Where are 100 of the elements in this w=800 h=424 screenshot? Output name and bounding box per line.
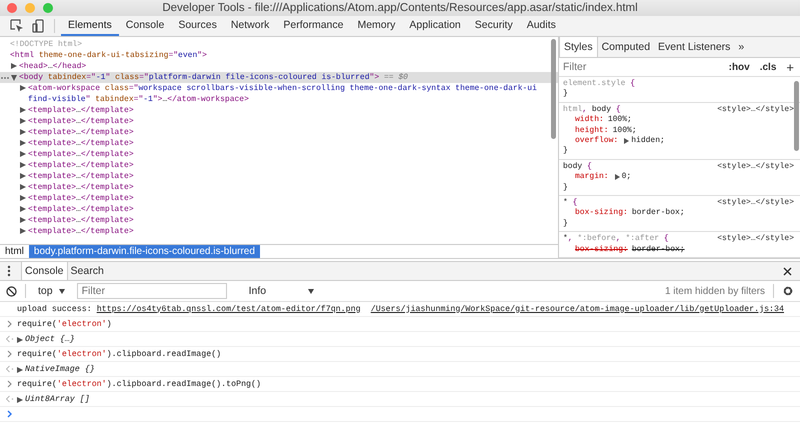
dom-node[interactable]: <template>…</template>: [0, 149, 558, 160]
log-text: upload success:: [17, 304, 92, 314]
styles-filter-field[interactable]: Filter: [563, 61, 721, 73]
window-title: Developer Tools - file:///Applications/Atom.app/Contents/Resources/app.asar/static/index.html: [162, 2, 638, 14]
result-object: Object {…}: [25, 334, 75, 344]
node-markup: <template>…</template>: [28, 204, 135, 215]
node-markup: <template>…</template>: [28, 116, 135, 127]
scrollbar[interactable]: [551, 39, 556, 139]
scrollbar[interactable]: [794, 81, 799, 151]
breadcrumb[interactable]: body.platform-darwin.file-icons-coloured.is-blurred: [28, 245, 260, 258]
dom-node[interactable]: <template>…</template>: [0, 171, 558, 182]
expand-triangle-icon[interactable]: [17, 337, 23, 343]
url-link[interactable]: https://os4ty6tab.qnssl.com/test/atom-editor/f7qn.png: [96, 304, 361, 314]
dom-node[interactable]: <template>…</template>: [0, 105, 558, 116]
menu-icon[interactable]: [7, 265, 11, 277]
panel-tab[interactable]: Performance: [276, 16, 350, 36]
result-arrow-icon: [5, 395, 15, 403]
result-arrow-icon: [5, 365, 15, 373]
close-icon[interactable]: [783, 266, 792, 276]
source-link[interactable]: /Users/jiashunming/WorkSpace/git-resource/atom-image-uploader/lib/getUploader.js:34: [370, 304, 784, 314]
dom-node[interactable]: <body tabindex="-1" class="platform-darwin file-icons-coloured is-blurred"> == $0: [0, 72, 558, 83]
expand-triangle-icon[interactable]: [20, 118, 26, 124]
clear-console-icon[interactable]: [6, 286, 17, 296]
level-dropdown[interactable]: Info: [248, 285, 314, 297]
node-markup: <template>…</template>: [28, 226, 135, 237]
rule-source-link[interactable]: <style>…</style>: [717, 104, 794, 116]
node-markup: <template>…</template>: [28, 215, 135, 226]
rule-brace: }: [563, 146, 569, 157]
expand-triangle-icon[interactable]: [20, 162, 26, 168]
hover-state-button[interactable]: :hov: [726, 62, 752, 72]
rule-selector: body {: [563, 162, 592, 172]
expand-triangle-icon[interactable]: [20, 217, 26, 223]
node-markup: <template>…</template>: [28, 160, 135, 171]
expand-triangle-icon[interactable]: [20, 195, 26, 201]
expand-triangle-icon[interactable]: [20, 129, 26, 135]
expand-triangle-icon[interactable]: [20, 173, 26, 179]
rule-source-link[interactable]: <style>…</style>: [717, 198, 794, 208]
expand-triangle-icon[interactable]: [20, 228, 26, 234]
rule-source-link[interactable]: <style>…</style>: [717, 234, 794, 245]
new-rule-button[interactable]: +: [784, 60, 796, 74]
dom-node[interactable]: <template>…</template>: [0, 193, 558, 204]
panel-tab[interactable]: Application: [402, 16, 468, 36]
dom-node[interactable]: <html theme-one-dark-ui-tabsizing="even">: [0, 50, 558, 61]
drawer-tab[interactable]: Console: [21, 262, 68, 280]
more-icon[interactable]: [1, 76, 9, 80]
class-button[interactable]: .cls: [758, 62, 778, 72]
expand-triangle-icon[interactable]: [624, 138, 630, 144]
drawer-tab[interactable]: Search: [68, 262, 107, 280]
sidebar-tab[interactable]: Computed: [598, 37, 654, 57]
css-property: box-sizing:: [575, 244, 628, 256]
more-tabs-button[interactable]: »: [734, 37, 748, 57]
css-property: height:: [575, 126, 609, 136]
sidebar-tab[interactable]: Styles: [559, 37, 598, 57]
dom-node[interactable]: <template>…</template>: [0, 226, 558, 237]
settings-icon[interactable]: [782, 285, 794, 297]
console-command: require('electron'): [17, 320, 112, 328]
rule-source-link[interactable]: <style>…</style>: [717, 162, 794, 172]
panel-tab[interactable]: Network: [224, 16, 276, 36]
expand-triangle-icon[interactable]: [20, 85, 26, 91]
console-command: require('electron').clipboard.readImage().toPng(): [17, 380, 261, 388]
node-markup: <body tabindex="-1" class="platform-darwin file-icons-coloured is-blurred"> == $0: [19, 72, 409, 83]
dom-node[interactable]: <template>…</template>: [0, 215, 558, 226]
expand-triangle-icon[interactable]: [20, 107, 26, 113]
expand-triangle-icon[interactable]: [20, 206, 26, 212]
sidebar-tab[interactable]: Event Listeners: [654, 37, 734, 57]
dom-node[interactable]: <template>…</template>: [0, 116, 558, 127]
node-markup: <template>…</template>: [28, 182, 135, 193]
dom-node[interactable]: <template>…</template>: [0, 182, 558, 193]
device-icon[interactable]: [32, 19, 44, 33]
panel-tab[interactable]: Console: [118, 16, 172, 36]
expand-triangle-icon[interactable]: [17, 397, 23, 403]
expand-triangle-icon[interactable]: [20, 151, 26, 157]
context-dropdown[interactable]: top: [34, 285, 71, 297]
dom-node[interactable]: <template>…</template>: [0, 160, 558, 171]
panel-tab[interactable]: Security: [468, 16, 520, 36]
css-value: 100%;: [612, 126, 637, 136]
expand-triangle-icon[interactable]: [20, 140, 26, 146]
rule-brace: }: [563, 89, 569, 100]
rule-brace: }: [563, 218, 569, 230]
expand-triangle-icon[interactable]: [17, 367, 23, 373]
expand-triangle-icon[interactable]: [614, 174, 620, 180]
css-value: 0;: [622, 172, 632, 183]
panel-tab[interactable]: Audits: [520, 16, 563, 36]
breadcrumb[interactable]: html: [0, 245, 29, 258]
panel-tab[interactable]: Memory: [350, 16, 402, 36]
node-markup: <template>…</template>: [28, 105, 135, 116]
dom-node[interactable]: <template>…</template>: [0, 127, 558, 138]
panel-tab[interactable]: Elements: [61, 16, 119, 36]
dom-node[interactable]: <template>…</template>: [0, 204, 558, 215]
node-markup: <template>…</template>: [28, 193, 135, 204]
dom-node[interactable]: <template>…</template>: [0, 138, 558, 149]
expand-triangle-icon[interactable]: [20, 184, 26, 190]
css-value: hidden;: [631, 136, 665, 146]
collapse-triangle-icon[interactable]: [11, 75, 17, 81]
panel-tab[interactable]: Sources: [171, 16, 224, 36]
rule-selector: * {: [563, 198, 578, 208]
console-command: require('electron').clipboard.readImage(): [17, 350, 222, 358]
inspect-icon[interactable]: [10, 19, 24, 33]
css-property: width:: [575, 115, 604, 126]
console-filter-field[interactable]: Filter: [76, 283, 227, 299]
